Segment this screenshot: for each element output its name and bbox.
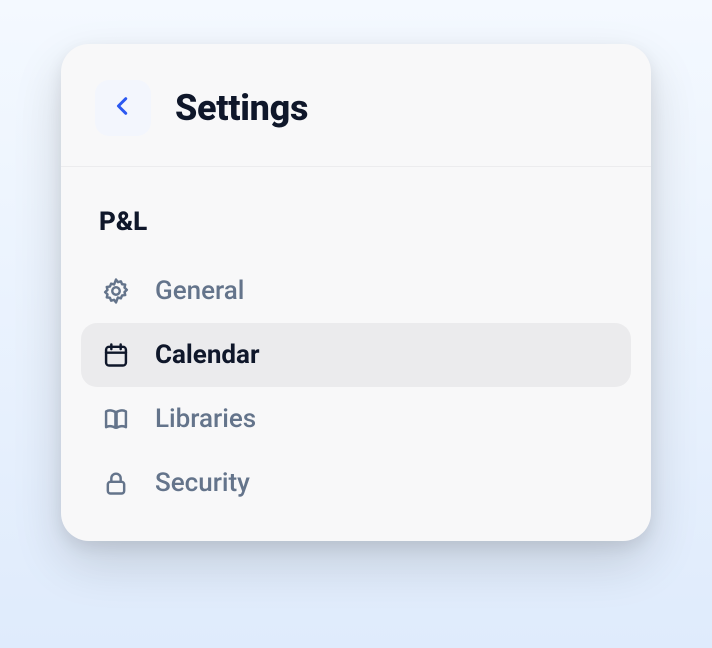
chevron-left-icon [112, 95, 134, 121]
settings-content: P&L General [61, 167, 651, 541]
menu-item-security[interactable]: Security [81, 451, 631, 515]
lock-icon [101, 468, 131, 498]
back-button[interactable] [95, 80, 151, 136]
settings-menu: General Calendar [81, 259, 631, 515]
menu-item-libraries[interactable]: Libraries [81, 387, 631, 451]
settings-header: Settings [61, 44, 651, 167]
settings-panel: Settings P&L General [61, 44, 651, 541]
gear-icon [101, 276, 131, 306]
menu-item-general[interactable]: General [81, 259, 631, 323]
menu-item-label: Libraries [155, 404, 256, 434]
menu-item-label: Calendar [155, 340, 260, 370]
menu-item-calendar[interactable]: Calendar [81, 323, 631, 387]
book-icon [101, 404, 131, 434]
menu-item-label: General [155, 276, 244, 306]
section-heading: P&L [81, 207, 631, 259]
menu-item-label: Security [155, 468, 250, 498]
page-title: Settings [175, 87, 308, 129]
calendar-icon [101, 340, 131, 370]
